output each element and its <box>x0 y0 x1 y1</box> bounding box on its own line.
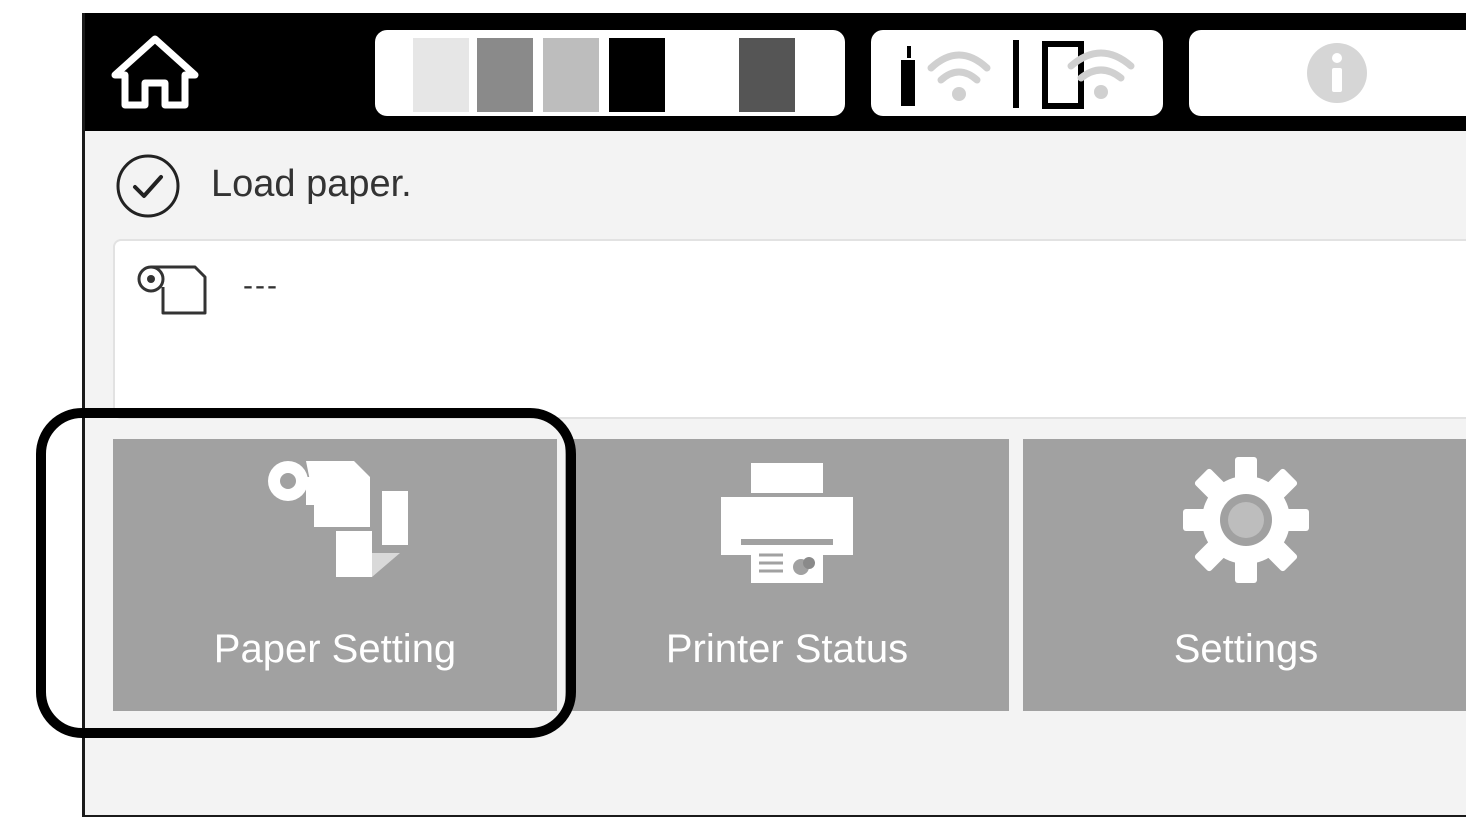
info-button[interactable] <box>1189 30 1466 116</box>
printer-status-button[interactable]: Printer Status <box>565 439 1009 711</box>
settings-button[interactable]: Settings <box>1023 439 1466 711</box>
top-bar <box>85 13 1466 131</box>
paper-setting-label: Paper Setting <box>213 627 457 671</box>
printer-icon <box>721 463 853 583</box>
gear-icon <box>1183 457 1309 583</box>
paper-setting-icon <box>268 461 408 577</box>
printer-panel-screen: Load paper. --- Paper Setting Printer St… <box>82 13 1466 817</box>
status-message: Load paper. <box>211 163 412 205</box>
paper-info-card[interactable]: --- <box>113 239 1466 419</box>
ink-levels-panel[interactable] <box>375 30 845 116</box>
paper-roll-icon <box>137 265 207 315</box>
info-icon <box>1307 43 1367 103</box>
ink-level-bar <box>543 38 599 112</box>
settings-label: Settings <box>1173 627 1319 671</box>
home-icon <box>111 35 199 109</box>
home-button[interactable] <box>107 31 203 111</box>
printer-status-label: Printer Status <box>665 627 909 671</box>
ink-level-bar <box>739 38 795 112</box>
network-status-button[interactable] <box>871 30 1163 116</box>
check-circle-icon <box>116 154 180 218</box>
ink-level-bar <box>477 38 533 112</box>
wifi-icon <box>901 40 1135 109</box>
ink-level-bar <box>609 38 665 112</box>
ink-level-bar <box>413 38 469 112</box>
paper-value: --- <box>243 269 279 302</box>
ink-level-bar <box>673 38 729 112</box>
paper-setting-button[interactable]: Paper Setting <box>113 439 557 711</box>
